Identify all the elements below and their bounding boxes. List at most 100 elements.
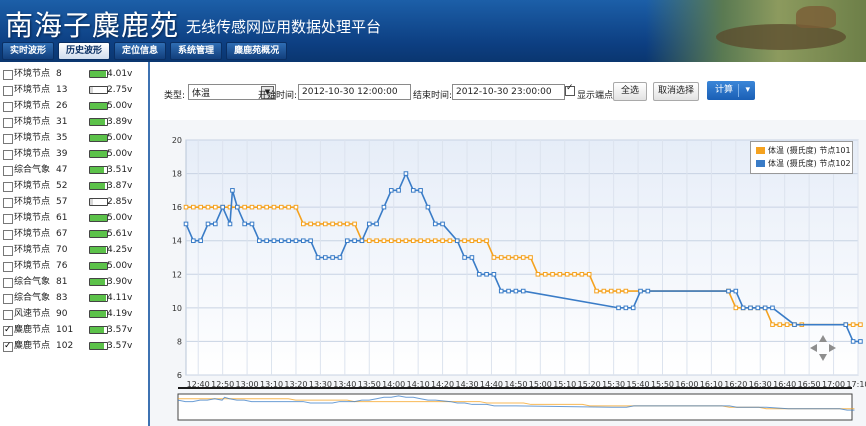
data-point[interactable] (484, 238, 489, 244)
data-point[interactable] (257, 204, 262, 210)
data-point[interactable] (279, 238, 284, 244)
data-point[interactable] (344, 238, 350, 244)
data-point[interactable] (858, 339, 863, 344)
data-point[interactable] (733, 288, 739, 294)
pan-arrows-icon[interactable] (809, 334, 837, 362)
data-point[interactable] (740, 305, 746, 311)
data-point[interactable] (425, 238, 431, 244)
data-point[interactable] (777, 322, 783, 327)
data-point[interactable] (425, 204, 431, 210)
data-point[interactable] (755, 305, 761, 311)
data-point[interactable] (264, 238, 269, 244)
data-point[interactable] (183, 221, 189, 227)
data-point[interactable] (748, 305, 753, 311)
data-point[interactable] (366, 238, 372, 244)
data-point[interactable] (726, 288, 731, 294)
data-point[interactable] (388, 238, 394, 244)
data-point[interactable] (491, 255, 497, 260)
data-point[interactable] (498, 288, 504, 294)
data-point[interactable] (344, 221, 350, 227)
data-point[interactable] (469, 238, 475, 244)
data-point[interactable] (300, 238, 306, 244)
legend-item-101[interactable]: 体温 (摄氏度) 节点101 (756, 145, 851, 157)
data-point[interactable] (513, 255, 519, 260)
data-point[interactable] (374, 221, 379, 227)
data-point[interactable] (579, 271, 585, 277)
data-point[interactable] (205, 221, 211, 227)
data-point[interactable] (469, 255, 475, 260)
data-point[interactable] (784, 322, 790, 327)
data-point[interactable] (198, 204, 203, 210)
data-point[interactable] (396, 188, 401, 193)
data-point[interactable] (308, 221, 313, 227)
data-point[interactable] (271, 204, 277, 210)
data-point[interactable] (557, 271, 563, 277)
data-point[interactable] (293, 204, 299, 210)
data-point[interactable] (337, 255, 343, 260)
data-point[interactable] (564, 271, 570, 277)
data-point[interactable] (198, 238, 203, 244)
data-point[interactable] (616, 288, 621, 294)
data-point[interactable] (205, 204, 211, 210)
data-point[interactable] (322, 221, 328, 227)
data-point[interactable] (213, 221, 218, 227)
data-point[interactable] (432, 221, 438, 227)
data-point[interactable] (264, 204, 269, 210)
data-point[interactable] (770, 305, 775, 311)
data-point[interactable] (850, 322, 856, 327)
data-point[interactable] (601, 288, 607, 294)
data-point[interactable] (396, 238, 401, 244)
data-point[interactable] (300, 221, 306, 227)
data-point[interactable] (352, 221, 357, 227)
data-point[interactable] (850, 339, 856, 344)
data-point[interactable] (440, 221, 445, 227)
data-point[interactable] (608, 288, 614, 294)
data-point[interactable] (733, 305, 739, 311)
data-point[interactable] (638, 288, 643, 294)
data-point[interactable] (418, 238, 423, 244)
temperature-chart[interactable]: 6810121416182012:40 12:50 13:00 13:10 13:20 1… (0, 0, 866, 426)
data-point[interactable] (770, 322, 775, 327)
legend-item-102[interactable]: 体温 (摄氏度) 节点102 (756, 158, 851, 170)
data-point[interactable] (322, 255, 328, 260)
data-point[interactable] (279, 204, 284, 210)
data-point[interactable] (645, 288, 651, 294)
data-point[interactable] (843, 322, 849, 327)
data-point[interactable] (183, 204, 189, 210)
data-point[interactable] (235, 204, 240, 210)
data-point[interactable] (462, 238, 467, 244)
data-point[interactable] (550, 271, 555, 277)
data-point[interactable] (403, 238, 409, 244)
data-point[interactable] (520, 288, 526, 294)
data-point[interactable] (476, 238, 482, 244)
data-point[interactable] (594, 288, 599, 294)
data-point[interactable] (191, 238, 196, 244)
data-point[interactable] (410, 238, 416, 244)
data-point[interactable] (418, 188, 423, 193)
data-point[interactable] (315, 255, 321, 260)
data-point[interactable] (506, 288, 511, 294)
data-point[interactable] (542, 271, 548, 277)
data-point[interactable] (271, 238, 277, 244)
data-point[interactable] (213, 204, 218, 210)
data-point[interactable] (572, 271, 577, 277)
data-point[interactable] (381, 238, 387, 244)
data-point[interactable] (374, 238, 379, 244)
data-point[interactable] (858, 322, 863, 327)
data-point[interactable] (381, 204, 387, 210)
data-point[interactable] (506, 255, 511, 260)
data-point[interactable] (330, 255, 335, 260)
data-point[interactable] (242, 204, 247, 210)
data-point[interactable] (513, 288, 519, 294)
data-point[interactable] (447, 238, 453, 244)
data-point[interactable] (242, 221, 247, 227)
data-point[interactable] (352, 238, 357, 244)
data-point[interactable] (623, 288, 629, 294)
data-point[interactable] (227, 221, 233, 227)
data-point[interactable] (528, 255, 533, 260)
data-point[interactable] (520, 255, 526, 260)
data-point[interactable] (410, 188, 416, 193)
data-point[interactable] (366, 221, 372, 227)
data-point[interactable] (476, 271, 482, 277)
data-point[interactable] (249, 204, 255, 210)
